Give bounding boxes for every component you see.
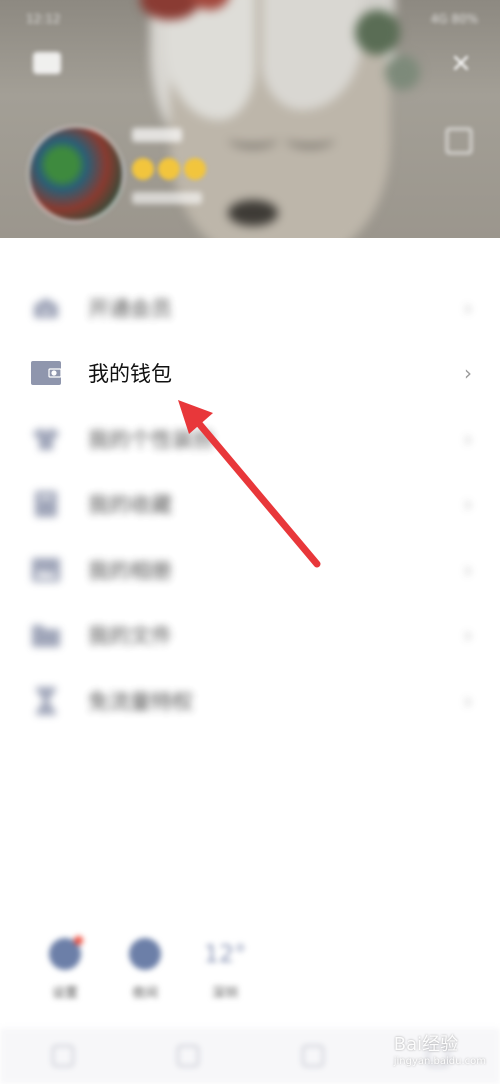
nav-back-icon[interactable] bbox=[51, 1045, 74, 1067]
watermark-url: jingyan.baidu.com bbox=[393, 1056, 486, 1067]
chevron-right-icon: › bbox=[464, 492, 472, 517]
night-mode-label: 夜间 bbox=[131, 986, 158, 1001]
scan-icon[interactable] bbox=[33, 52, 61, 74]
signature bbox=[132, 192, 202, 204]
chevron-right-icon: › bbox=[464, 623, 472, 648]
chevron-right-icon: › bbox=[464, 426, 472, 451]
gear-icon bbox=[49, 936, 83, 970]
settings-label: 设置 bbox=[51, 986, 78, 1001]
vip-icon bbox=[30, 294, 62, 322]
settings-button[interactable]: 设置 bbox=[45, 936, 85, 1001]
chevron-right-icon: › bbox=[464, 557, 472, 582]
menu-item-free-data[interactable]: 免流量特权 › bbox=[0, 668, 500, 734]
weather-button[interactable]: 12° 深圳 bbox=[203, 938, 247, 1001]
watermark-main: Bai经验 bbox=[393, 1034, 459, 1055]
menu-item-label: 我的相册 bbox=[88, 558, 172, 583]
nickname bbox=[132, 128, 182, 142]
folder-icon bbox=[30, 621, 62, 649]
nav-home-icon[interactable] bbox=[176, 1045, 199, 1067]
chevron-right-icon: › bbox=[464, 295, 472, 320]
menu-item-label: 我的文件 bbox=[88, 624, 172, 649]
menu-item-label: 我的个性装扮 bbox=[88, 427, 214, 452]
watermark: Bai经验 jingyan.baidu.com bbox=[394, 1030, 486, 1067]
menu-item-favorites[interactable]: 我的收藏 › bbox=[0, 472, 500, 538]
album-icon bbox=[30, 556, 62, 584]
weather-city: 深圳 bbox=[211, 986, 238, 1001]
shirt-icon bbox=[30, 425, 62, 453]
status-indicators: 4G 80% bbox=[430, 12, 478, 26]
menu-item-wallet[interactable]: 我的钱包 › bbox=[0, 341, 500, 407]
wallet-icon bbox=[30, 359, 62, 387]
menu-item-label: 我的收藏 bbox=[88, 493, 172, 518]
menu-item-label: 我的钱包 bbox=[88, 362, 172, 387]
menu-item-files[interactable]: 我的文件 › bbox=[0, 603, 500, 669]
menu-item-vip[interactable]: 开通会员 › bbox=[0, 275, 500, 341]
avatar[interactable] bbox=[27, 125, 125, 223]
menu-item-album[interactable]: 我的相册 › bbox=[0, 537, 500, 603]
nav-recent-icon[interactable] bbox=[301, 1045, 324, 1067]
hourglass-icon bbox=[30, 686, 62, 715]
level-badges bbox=[132, 158, 206, 180]
qr-code-icon[interactable] bbox=[446, 128, 472, 154]
quick-actions: 设置 夜间 12° 深圳 bbox=[45, 936, 247, 1001]
side-menu: 开通会员 › 我的钱包 › 我的个性装扮 › 我的收藏 › 我的相册 › 我的文… bbox=[0, 275, 500, 734]
menu-item-label: 免流量特权 bbox=[88, 689, 193, 714]
status-time: 12:12 bbox=[26, 12, 61, 26]
weather-temperature: 12° bbox=[203, 940, 247, 968]
menu-item-label: 开通会员 bbox=[88, 296, 172, 321]
chevron-right-icon: › bbox=[464, 361, 472, 386]
close-icon[interactable]: × bbox=[446, 48, 476, 78]
menu-item-theme[interactable]: 我的个性装扮 › bbox=[0, 406, 500, 472]
moon-icon bbox=[129, 938, 161, 970]
profile-header: 12:12 4G 80% × bbox=[0, 0, 500, 238]
chevron-right-icon: › bbox=[464, 688, 472, 713]
bookmark-icon bbox=[30, 490, 62, 518]
night-mode-button[interactable]: 夜间 bbox=[125, 938, 165, 1001]
